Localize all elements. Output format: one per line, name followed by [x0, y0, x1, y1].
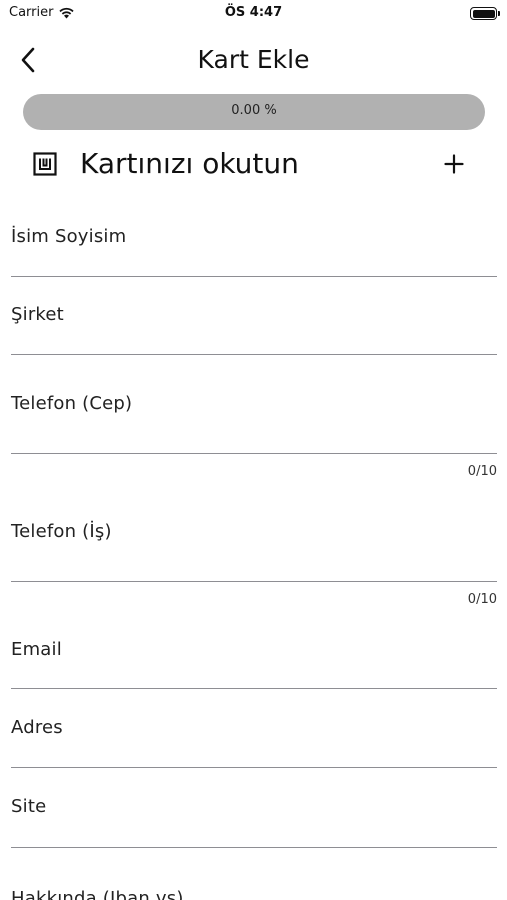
about-field-label: Hakkında (Iban vs) — [11, 888, 184, 900]
progress-percent-text: 0.00 % — [231, 103, 277, 118]
status-time: ÖS 4:47 — [224, 5, 283, 20]
phone-work-field-underline — [11, 581, 497, 582]
site-field[interactable]: Site — [11, 796, 497, 850]
phone-work-char-counter: 0/10 — [467, 592, 497, 607]
phone-mobile-input[interactable] — [11, 423, 497, 449]
navigation-bar: Kart Ekle — [0, 36, 507, 84]
name-field-label: İsim Soyisim — [11, 226, 127, 247]
email-input[interactable] — [11, 661, 497, 687]
email-field-label: Email — [11, 639, 62, 660]
battery-icon — [470, 7, 500, 20]
address-field-underline — [11, 767, 497, 768]
company-field-label: Şirket — [11, 304, 64, 325]
scan-card-label: Kartınızı okutun — [80, 147, 299, 180]
site-input[interactable] — [11, 818, 497, 844]
site-field-underline — [11, 847, 497, 848]
phone-mobile-field[interactable]: Telefon (Cep) 0/10 — [11, 393, 497, 483]
address-field[interactable]: Adres — [11, 717, 497, 769]
plus-icon — [444, 154, 464, 174]
card-scan-icon — [33, 152, 57, 176]
name-input[interactable] — [11, 248, 497, 274]
status-bar: Carrier ÖS 4:47 — [0, 0, 507, 28]
about-field[interactable]: Hakkında (Iban vs) — [11, 888, 497, 900]
scan-progress-bar: 0.00 % — [23, 94, 485, 130]
address-input[interactable] — [11, 739, 497, 765]
email-field-underline — [11, 688, 497, 689]
phone-work-field[interactable]: Telefon (İş) 0/10 — [11, 521, 497, 611]
name-field-underline — [11, 276, 497, 277]
scan-card-row[interactable]: Kartınızı okutun — [0, 140, 507, 190]
phone-mobile-field-label: Telefon (Cep) — [11, 393, 133, 414]
company-field-underline — [11, 354, 497, 355]
page-title: Kart Ekle — [197, 45, 310, 74]
site-field-label: Site — [11, 796, 47, 817]
name-field[interactable]: İsim Soyisim — [11, 226, 497, 278]
phone-mobile-char-counter: 0/10 — [467, 464, 497, 479]
email-field[interactable]: Email — [11, 639, 497, 691]
company-input[interactable] — [11, 326, 497, 352]
add-button[interactable] — [436, 146, 472, 182]
company-field[interactable]: Şirket — [11, 304, 497, 356]
phone-work-field-label: Telefon (İş) — [11, 521, 112, 542]
phone-mobile-field-underline — [11, 453, 497, 454]
address-field-label: Adres — [11, 717, 63, 738]
phone-work-input[interactable] — [11, 551, 497, 577]
